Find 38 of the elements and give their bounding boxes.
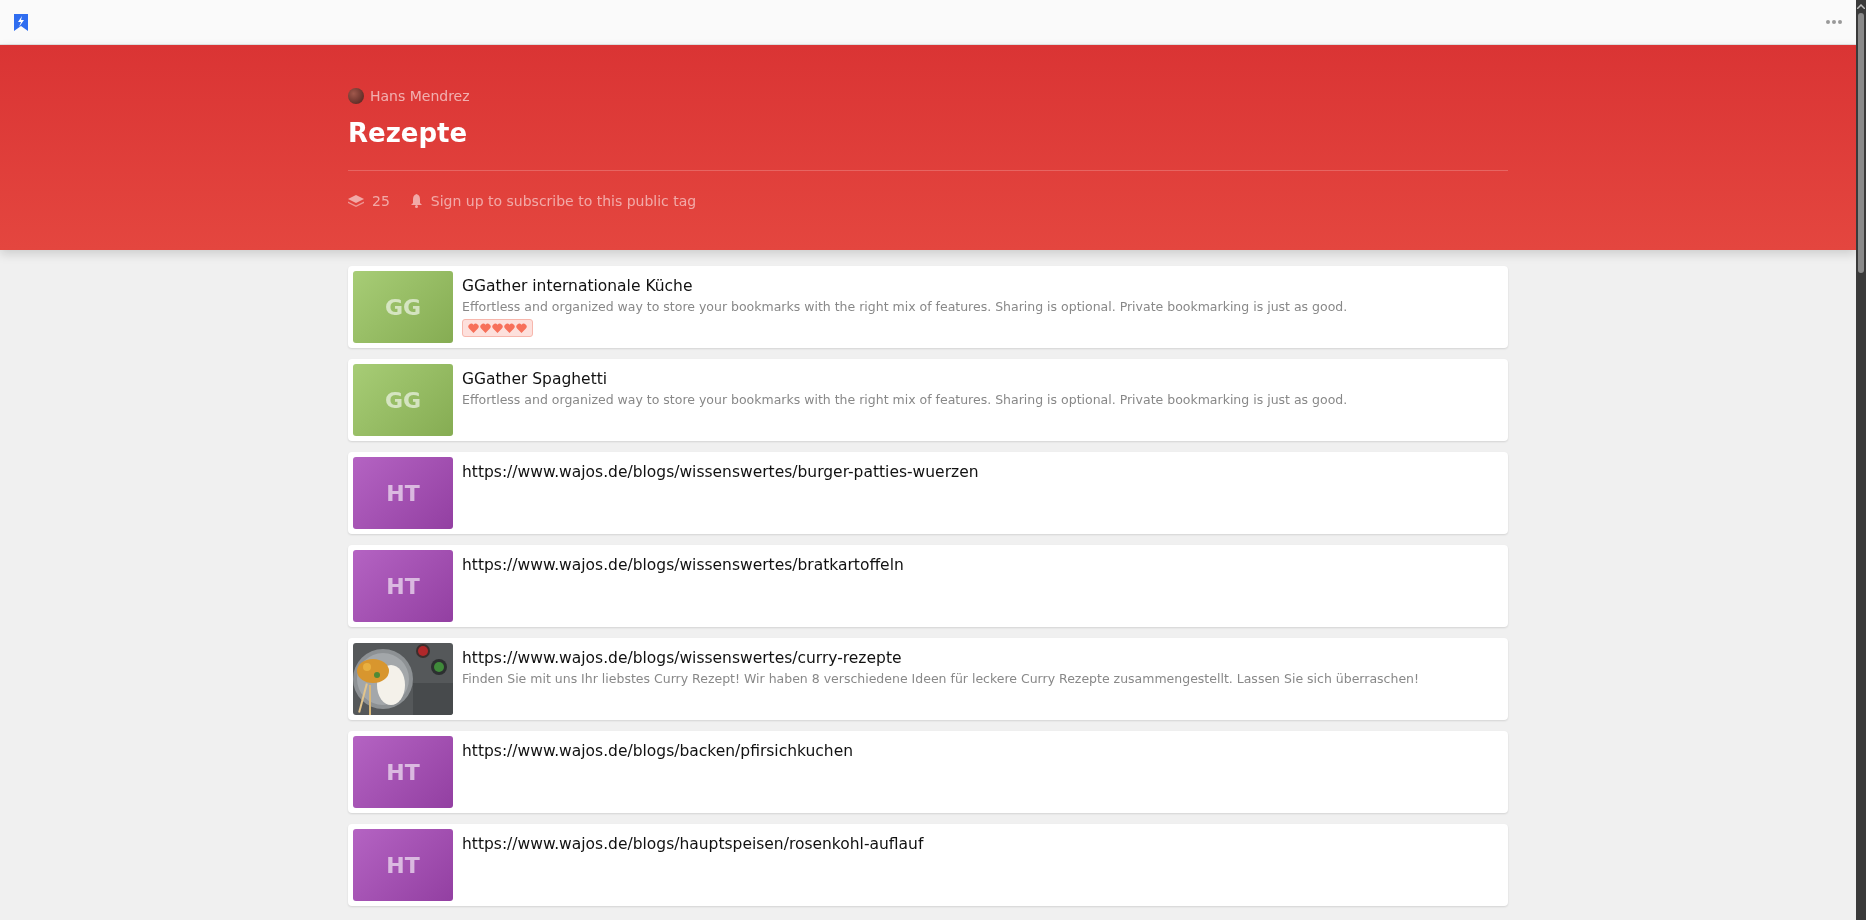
bookmark-card[interactable]: HT https://www.wajos.de/blogs/backen/pfirsichkuchen — [348, 731, 1508, 813]
scroll-up-icon[interactable] — [1857, 4, 1865, 9]
bookmark-title[interactable]: https://www.wajos.de/blogs/wissenswertes/bratkartoffeln — [462, 556, 904, 574]
logo-icon[interactable] — [14, 13, 28, 31]
bookmark-card[interactable] — [348, 638, 1508, 720]
bookmark-card[interactable]: GG GGather internationale Küche Effortless and organized way to store your bookmarks with the right mix of features. Sharing is optional. Private bookmarking is just as good. — [348, 266, 1508, 348]
bookmark-card[interactable]: HT https://www.wajos.de/blogs/wissenswertes/bratkartoffeln — [348, 545, 1508, 627]
tag-title: Rezepte — [348, 118, 469, 148]
scrollbar[interactable] — [1856, 0, 1866, 920]
bookmark-title[interactable]: GGather Spaghetti — [462, 370, 608, 388]
bookmark-description: Finden Sie mit uns Ihr liebstes Curry Rezept! Wir haben 8 verschiedene Ideen für leckere Curry Rezepte zusammengestellt. Lassen Sie sich überraschen! — [462, 671, 1419, 686]
bookmark-title[interactable]: https://www.wajos.de/blogs/hauptspeisen/rosenkohl-auflauf — [462, 835, 924, 853]
heart-icon — [504, 323, 515, 333]
heart-icon — [468, 323, 479, 333]
heart-icon — [516, 323, 527, 333]
bookmark-card[interactable]: HT https://www.wajos.de/blogs/wissenswertes/burger-patties-wuerzen — [348, 452, 1508, 534]
avatar — [348, 88, 364, 104]
bookmark-description: Effortless and organized way to store your bookmarks with the right mix of features. Sharing is optional. Private bookmarking is just as good. — [462, 392, 1348, 407]
layers-icon — [348, 195, 364, 207]
initials-thumbnail: HT — [353, 736, 453, 808]
bookmark-title[interactable]: https://www.wajos.de/blogs/wissenswertes/burger-patties-wuerzen — [462, 463, 979, 481]
bookmark-description: Effortless and organized way to store your bookmarks with the right mix of features. Sharing is optional. Private bookmarking is just as good. — [462, 299, 1348, 314]
heart-icon — [492, 323, 503, 333]
initials-thumbnail: GG — [353, 364, 453, 436]
more-icon[interactable] — [1826, 20, 1842, 24]
initials-thumbnail: HT — [353, 550, 453, 622]
bookmark-title[interactable]: GGather internationale Küche — [462, 277, 693, 295]
author-name: Hans Mendrez — [370, 88, 470, 104]
bell-icon — [409, 194, 423, 208]
bookmark-card[interactable]: GG GGather Spaghetti Effortless and organized way to store your bookmarks with the right mix of features. Sharing is optional. Private bookmarking is just as good. — [348, 359, 1508, 441]
heart-icon — [480, 323, 491, 333]
initials-thumbnail: HT — [353, 457, 453, 529]
initials-thumbnail: HT — [353, 829, 453, 901]
bookmark-card[interactable]: HT https://www.wajos.de/blogs/hauptspeisen/rosenkohl-auflauf — [348, 824, 1508, 906]
initials-thumbnail: GG — [353, 271, 453, 343]
bookmark-count: 25 — [372, 193, 390, 209]
bookmark-title[interactable]: https://www.wajos.de/blogs/backen/pfirsichkuchen — [462, 742, 854, 760]
bookmark-title[interactable]: https://www.wajos.de/blogs/wissenswertes/curry-rezepte — [462, 649, 902, 667]
